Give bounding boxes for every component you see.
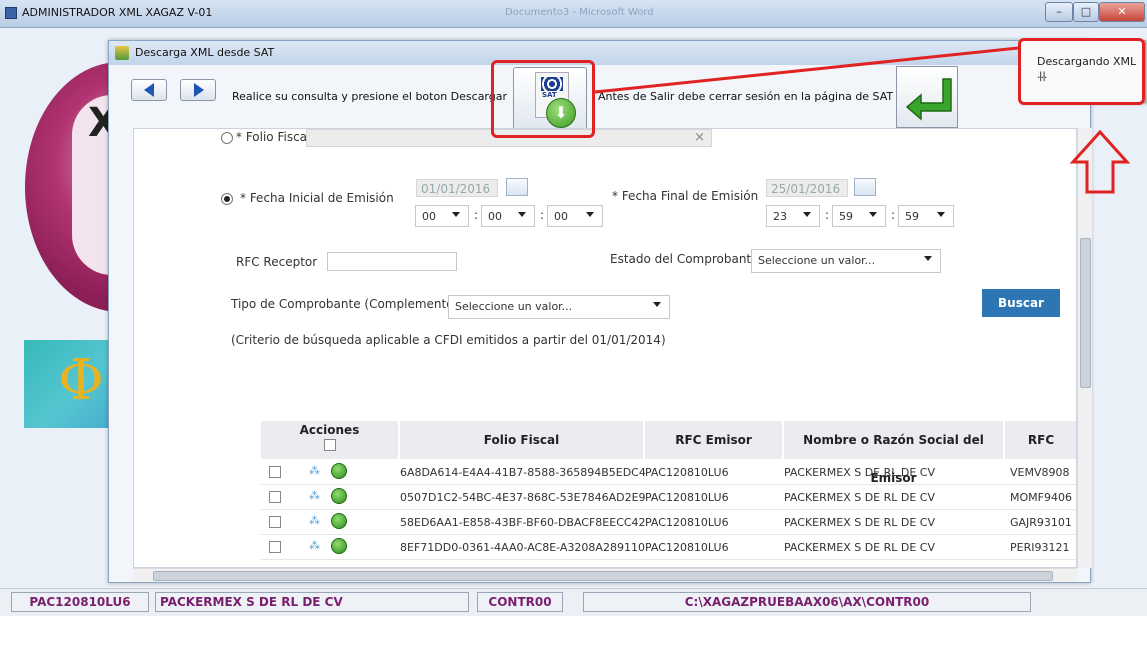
status-rfc: PAC120810LU6: [11, 592, 149, 612]
status-usuario: CONTR00: [477, 592, 563, 612]
annotation-line: [594, 46, 1019, 94]
status-bar: PAC120810LU6 PACKERMEX S DE RL DE CV CON…: [0, 588, 1147, 616]
up-arrow-icon: [1069, 129, 1131, 194]
status-ruta: C:\XAGAZPRUEBAAX06\AX\CONTR00: [583, 592, 1031, 612]
annotation-overlay: [594, 46, 1131, 194]
status-razon-social: PACKERMEX S DE RL DE CV: [155, 592, 469, 612]
